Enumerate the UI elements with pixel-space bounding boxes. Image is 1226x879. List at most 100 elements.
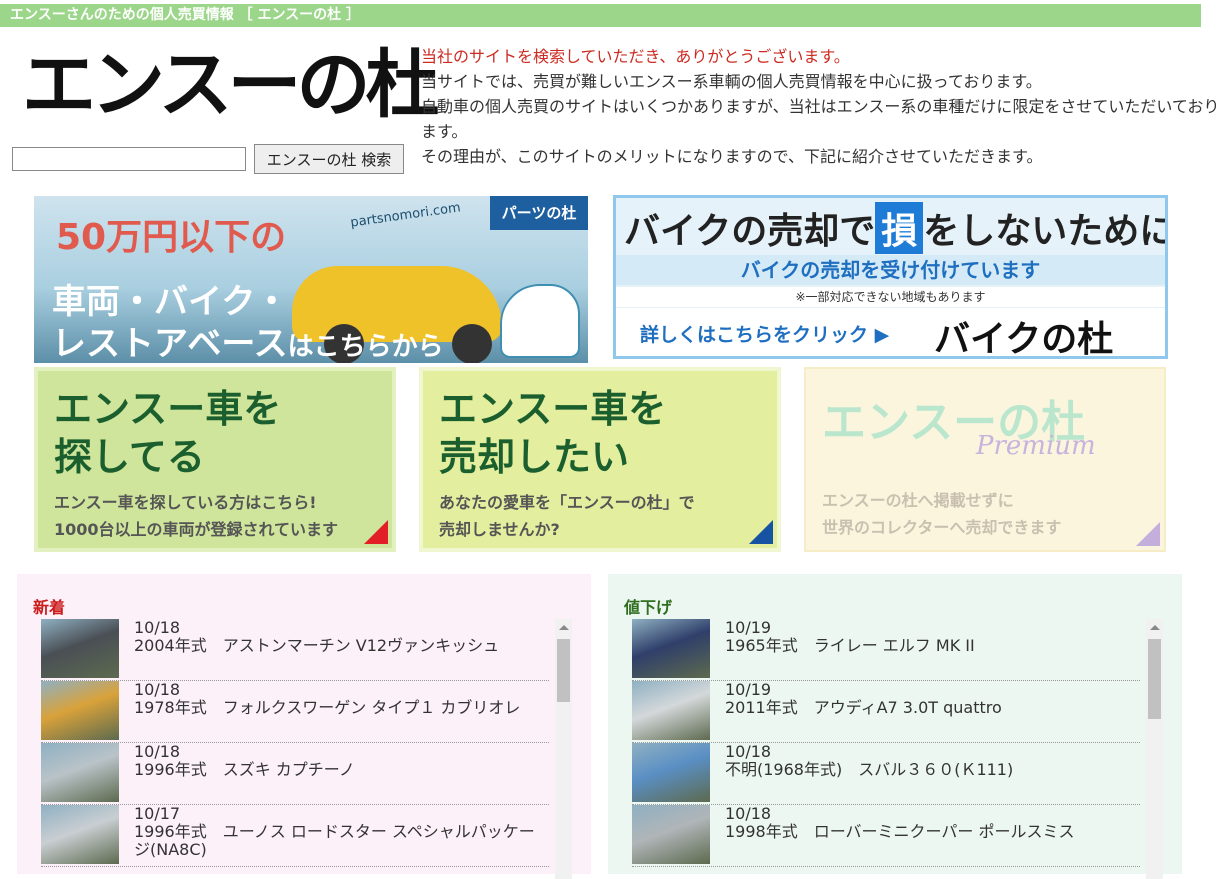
list-item-title[interactable]: 1965年式 ライレー エルフ MK II [725, 637, 1140, 655]
scroll-up-arrow-icon[interactable] [1150, 625, 1160, 630]
intro-line-4: その理由が、このサイトのメリットになりますので、下記に紹介させていただきます。 [421, 147, 1043, 166]
list-item-title[interactable]: 1996年式 ユーノス ロードスター スペシャルパッケージ(NA8C) [134, 823, 549, 859]
tile-sell-desc-1: あなたの愛車を「エンスーの杜」で [439, 493, 695, 512]
bike-banner-brand: バイクの杜 [934, 319, 1114, 359]
bike-banner-head-after: をしないために [923, 211, 1168, 252]
parts-banner-price-num: 50万円 [56, 217, 179, 258]
banner-wheel-image [452, 324, 492, 363]
parts-banner-price-suffix: 以下の [178, 217, 287, 258]
list-item[interactable]: 10/18 2004年式 アストンマーチン V12ヴァンキッシュ [41, 619, 549, 681]
new-arrivals-scrollbar[interactable] [555, 619, 572, 879]
corner-triangle-icon [364, 520, 388, 544]
new-arrivals-list[interactable]: 10/18 2004年式 アストンマーチン V12ヴァンキッシュ 10/18 197… [41, 619, 549, 879]
tile-sell-car[interactable]: エンスー車を 売却したい あなたの愛車を「エンスーの杜」で 売却しませんか? [419, 367, 781, 552]
tile-sell-title-2: 売却したい [439, 435, 630, 479]
list-item[interactable]: 10/19 2011年式 アウディA7 3.0T quattro [632, 681, 1140, 743]
intro-text: 当社のサイトを検索していただき、ありがとうございます。 当サイトでは、売買が難し… [421, 44, 1221, 169]
price-drops-title: 値下げ [624, 598, 673, 617]
list-item-title[interactable]: 2011年式 アウディA7 3.0T quattro [725, 699, 1140, 717]
list-item-text[interactable]: 10/18 2004年式 アストンマーチン V12ヴァンキッシュ [134, 619, 549, 655]
list-item[interactable]: 10/18 1998年式 ローバーミニクーパー ポールスミス [632, 805, 1140, 867]
list-item-title[interactable]: 1978年式 フォルクスワーゲン タイプ１ カブリオレ [134, 699, 549, 717]
site-logo[interactable]: エンスーの杜 [22, 48, 440, 122]
car-thumbnail[interactable] [632, 681, 710, 740]
tile-premium[interactable]: エンスーの杜 Premium エンスーの杜へ掲載せずに 世界のコレクターへ売却でき… [804, 367, 1166, 552]
tile-search-desc-2: 1000台以上の車両が登録されています [54, 520, 339, 539]
tile-search-title: エンスー車を 探してる [54, 385, 281, 481]
bike-banner-head-box: 損 [875, 202, 924, 254]
parts-banner-url: partsnomori.com [349, 200, 462, 231]
site-header-bar: エンスーさんのための個人売買情報 ［ エンスーの杜 ］ [0, 4, 1201, 27]
bike-banner-headline: バイクの売却で損をしないために [624, 202, 1168, 254]
tile-sell-title: エンスー車を 売却したい [439, 385, 666, 481]
list-item-text[interactable]: 10/19 2011年式 アウディA7 3.0T quattro [725, 681, 1140, 717]
new-arrivals-title: 新着 [33, 598, 66, 617]
list-item-date: 10/18 [134, 680, 181, 699]
car-thumbnail[interactable] [632, 805, 710, 864]
bike-banner-click-link[interactable]: 詳しくはこちらをクリック ▶ [640, 320, 889, 347]
parts-banner-price: 50万円以下の [56, 206, 286, 260]
search-input[interactable] [12, 147, 246, 171]
list-item[interactable]: 10/18 1978年式 フォルクスワーゲン タイプ１ カブリオレ [41, 681, 549, 743]
list-item[interactable]: 10/18 1996年式 スズキ カプチーノ [41, 743, 549, 805]
scroll-up-arrow-icon[interactable] [559, 625, 569, 630]
car-thumbnail[interactable] [41, 743, 119, 802]
tile-search-title-1: エンスー車を [54, 387, 282, 431]
list-item-text[interactable]: 10/17 1996年式 ユーノス ロードスター スペシャルパッケージ(NA8C) [134, 805, 549, 859]
price-drops-panel: 値下げ 10/19 1965年式 ライレー エルフ MK II 10/19 2011… [608, 574, 1182, 879]
parts-banner-line3-suffix: はこちらから [287, 332, 444, 362]
bike-banner[interactable]: バイクの売却で損をしないために バイクの売却を受け付けています ※一部対応できな… [613, 195, 1168, 359]
parts-banner-line3-main: レストアベース [52, 324, 288, 363]
list-item-text[interactable]: 10/18 1978年式 フォルクスワーゲン タイプ１ カブリオレ [134, 681, 549, 717]
tile-search-desc: エンスー車を探している方はこちら! 1000台以上の車両が登録されています [54, 489, 338, 543]
list-item-date: 10/19 [725, 619, 772, 637]
list-item-date: 10/18 [134, 619, 181, 637]
list-item-date: 10/18 [725, 742, 772, 761]
list-item-date: 10/17 [134, 804, 181, 823]
parts-banner-line3: レストアベースはこちらから [52, 316, 444, 363]
corner-triangle-icon [749, 520, 773, 544]
list-item-text[interactable]: 10/18 不明(1968年式) スバル３６０(Ｋ111) [725, 743, 1140, 779]
bike-banner-sub: バイクの売却を受け付けています [616, 255, 1165, 285]
car-thumbnail[interactable] [41, 619, 119, 678]
tile-search-title-2: 探してる [54, 435, 205, 479]
car-thumbnail[interactable] [632, 743, 710, 802]
car-thumbnail[interactable] [632, 619, 710, 678]
car-thumbnail[interactable] [41, 681, 119, 740]
list-item[interactable]: 10/17 1996年式 ユーノス ロードスター スペシャルパッケージ(NA8C) [41, 805, 549, 867]
bike-banner-note: ※一部対応できない地域もあります [616, 287, 1165, 307]
new-arrivals-panel: 新着 10/18 2004年式 アストンマーチン V12ヴァンキッシュ 10/18… [17, 574, 591, 879]
list-item-title[interactable]: 1998年式 ローバーミニクーパー ポールスミス [725, 823, 1140, 841]
price-drops-scrollbar[interactable] [1146, 619, 1163, 879]
tile-premium-desc-1: エンスーの杜へ掲載せずに [822, 491, 1014, 510]
list-item[interactable]: 10/18 不明(1968年式) スバル３６０(Ｋ111) [632, 743, 1140, 805]
list-item-title[interactable]: 不明(1968年式) スバル３６０(Ｋ111) [725, 761, 1140, 779]
bike-banner-head-before: バイクの売却で [624, 211, 876, 252]
scrollbar-thumb[interactable] [557, 639, 570, 702]
list-item-text[interactable]: 10/19 1965年式 ライレー エルフ MK II [725, 619, 1140, 655]
list-item[interactable]: 10/19 1965年式 ライレー エルフ MK II [632, 619, 1140, 681]
tile-premium-sub: Premium [976, 431, 1096, 461]
car-thumbnail[interactable] [41, 805, 119, 864]
corner-triangle-icon [1136, 522, 1160, 546]
scrollbar-thumb[interactable] [1148, 639, 1161, 719]
list-item-title[interactable]: 1996年式 スズキ カプチーノ [134, 761, 549, 779]
tile-sell-desc: あなたの愛車を「エンスーの杜」で 売却しませんか? [439, 489, 695, 543]
tile-search-desc-1: エンスー車を探している方はこちら! [54, 493, 317, 512]
intro-line-3: 自動車の個人売買のサイトはいくつかありますが、当社はエンスー系の車種だけに限定を… [421, 97, 1220, 141]
tile-search-cars[interactable]: エンスー車を 探してる エンスー車を探している方はこちら! 1000台以上の車両が登… [34, 367, 396, 552]
tile-premium-desc-2: 世界のコレクターへ売却できます [822, 518, 1062, 537]
list-item-date: 10/18 [725, 804, 772, 823]
list-item-text[interactable]: 10/18 1998年式 ローバーミニクーパー ポールスミス [725, 805, 1140, 841]
price-drops-list[interactable]: 10/19 1965年式 ライレー エルフ MK II 10/19 2011年式 ア… [632, 619, 1140, 879]
tile-sell-title-1: エンスー車を [439, 387, 667, 431]
parts-banner[interactable]: 50万円以下の 車両・バイク・ レストアベースはこちらから partsnomor… [34, 196, 588, 363]
list-item-title[interactable]: 2004年式 アストンマーチン V12ヴァンキッシュ [134, 637, 549, 655]
bike-banner-bottom: 詳しくはこちらをクリック ▶ バイクの杜 [616, 308, 1165, 356]
intro-greeting: 当社のサイトを検索していただき、ありがとうございます。 [421, 47, 850, 66]
intro-line-2: 当サイトでは、売買が難しいエンスー系車輌の個人売買情報を中心に扱っております。 [421, 72, 1042, 91]
list-item-text[interactable]: 10/18 1996年式 スズキ カプチーノ [134, 743, 549, 779]
search-button[interactable]: エンスーの杜 検索 [254, 144, 404, 174]
list-item-date: 10/19 [725, 680, 772, 699]
tile-premium-desc: エンスーの杜へ掲載せずに世界のコレクターへ売却できます [822, 487, 1061, 541]
